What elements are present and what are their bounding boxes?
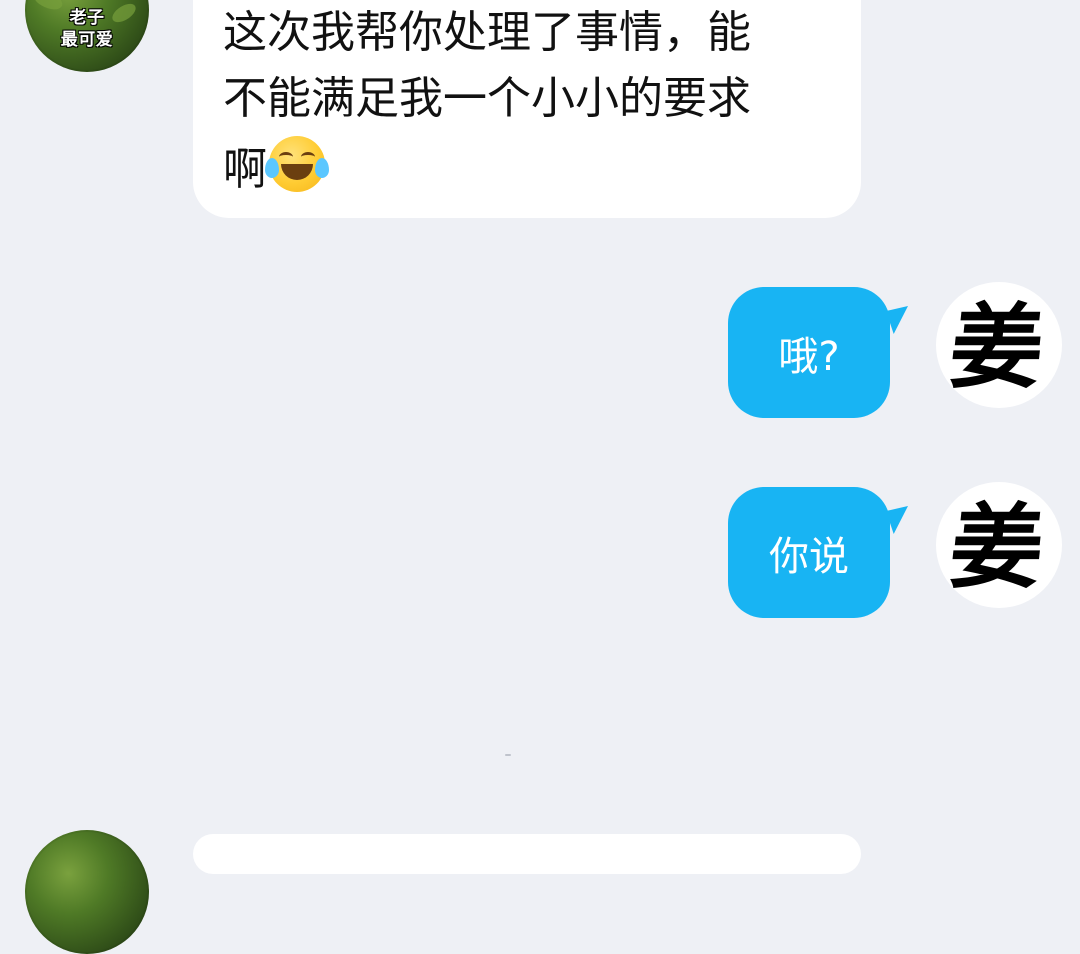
sent-message-bubble[interactable]: 你说 <box>728 487 890 618</box>
eye-right <box>301 152 315 162</box>
tears-of-joy-emoji <box>265 136 329 192</box>
message-line: 这次我帮你处理了事情，能 <box>223 7 751 58</box>
my-avatar[interactable]: 姜 <box>936 282 1062 408</box>
my-avatar[interactable]: 姜 <box>936 482 1062 608</box>
received-message-bubble[interactable]: 这次我帮你处理了事情，能 不能满足我一个小小的要求 啊 <box>193 0 861 218</box>
eye-left <box>279 152 293 162</box>
tear-right <box>315 158 329 178</box>
sent-message-text: 你说 <box>769 533 849 580</box>
divider-dot <box>505 754 511 756</box>
sent-message-bubble[interactable]: 哦? <box>728 287 890 418</box>
avatar-character: 姜 <box>945 493 1049 601</box>
sender-avatar[interactable] <box>25 830 149 954</box>
avatar-character: 姜 <box>945 293 1049 401</box>
avatar-caption-line2: 最可爱 <box>60 30 114 50</box>
avatar-caption-line1: 老子 <box>69 8 105 28</box>
message-line-text: 啊 <box>223 144 267 195</box>
sender-avatar[interactable]: 老子 最可爱 <box>25 0 149 72</box>
message-line-last: 啊 <box>223 136 831 203</box>
tear-left <box>265 158 279 178</box>
sent-message-text: 哦? <box>778 333 840 380</box>
received-message-bubble-partial[interactable] <box>193 834 861 874</box>
message-line: 不能满足我一个小小的要求 <box>223 73 751 124</box>
mouth <box>281 164 313 180</box>
